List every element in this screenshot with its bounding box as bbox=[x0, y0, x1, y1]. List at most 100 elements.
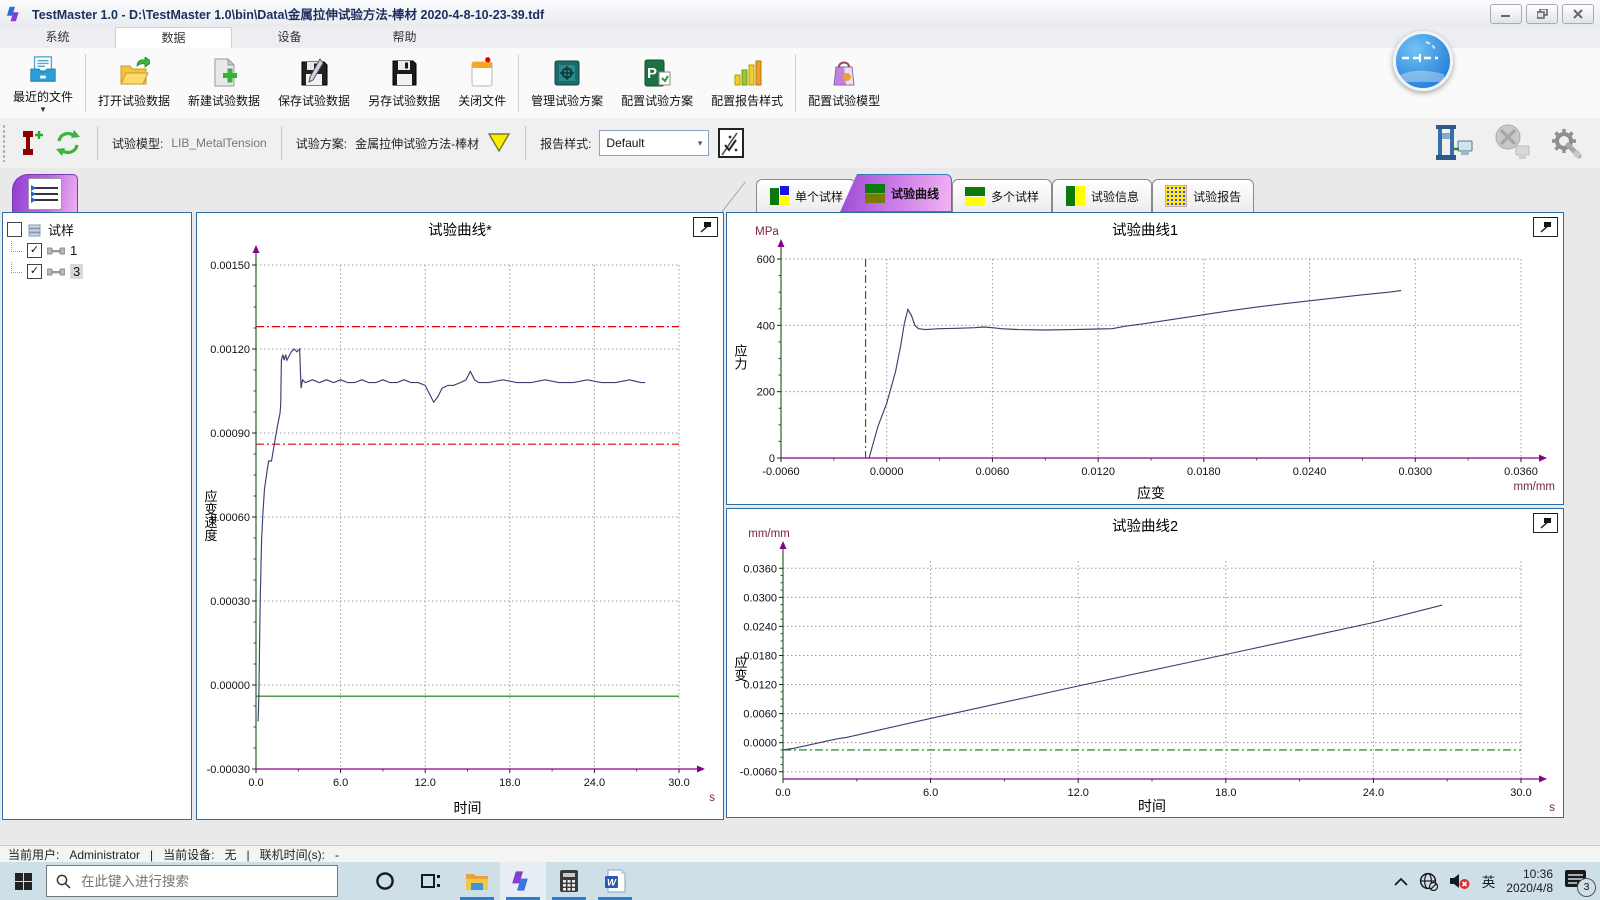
disconnect-disabled-icon[interactable] bbox=[1490, 124, 1534, 162]
item-1-checkbox[interactable]: ✓ bbox=[27, 243, 42, 258]
network-globe-icon[interactable] bbox=[1419, 872, 1438, 891]
new-test-data-button[interactable]: 新建试验数据 bbox=[179, 48, 269, 118]
search-input[interactable] bbox=[79, 873, 293, 890]
right-chart-column: -0.00600.00000.00600.01200.01800.02400.0… bbox=[726, 212, 1564, 818]
notification-badge: 3 bbox=[1577, 878, 1596, 897]
tray-chevron-icon[interactable] bbox=[1394, 877, 1408, 886]
cortana-button[interactable] bbox=[362, 862, 408, 900]
clock[interactable]: 10:36 2020/4/8 bbox=[1506, 867, 1553, 895]
settings-gear-icon[interactable] bbox=[1550, 127, 1582, 159]
word-document-button[interactable]: W bbox=[592, 862, 638, 900]
report-style-select[interactable]: Default▾ bbox=[599, 130, 709, 156]
floating-assistant-ball[interactable] bbox=[1393, 31, 1453, 91]
chart-flag-button[interactable] bbox=[693, 217, 718, 237]
svg-text:s: s bbox=[1549, 802, 1555, 814]
taskbar-search[interactable] bbox=[46, 865, 338, 897]
svg-text:0.0120: 0.0120 bbox=[743, 680, 777, 692]
tab-test-report[interactable]: 试验报告 bbox=[1152, 179, 1254, 212]
tray-time: 10:36 bbox=[1506, 867, 1553, 881]
item-3-checkbox[interactable]: ✓ bbox=[27, 264, 42, 279]
tray-date: 2020/4/8 bbox=[1506, 881, 1553, 895]
tree-item-1[interactable]: ✓ 1 bbox=[7, 240, 187, 261]
tab-multi-specimen[interactable]: 多个试样 bbox=[952, 179, 1052, 212]
config-model-button[interactable]: 配置试验模型 bbox=[799, 48, 889, 118]
filter-funnel-icon[interactable] bbox=[487, 132, 511, 154]
svg-text:0.0240: 0.0240 bbox=[743, 621, 777, 633]
manage-scheme-button[interactable]: 管理试验方案 bbox=[522, 48, 612, 118]
chart-flag-button[interactable] bbox=[1533, 513, 1558, 533]
svg-text:0.00030: 0.00030 bbox=[210, 596, 250, 608]
specimen-list-tab[interactable] bbox=[12, 174, 78, 212]
config-report-style-button[interactable]: 配置报告样式 bbox=[702, 48, 792, 118]
volume-muted-icon[interactable] bbox=[1449, 872, 1471, 890]
root-checkbox[interactable] bbox=[7, 222, 22, 237]
toolbar-separator bbox=[518, 54, 519, 112]
minimize-button[interactable] bbox=[1490, 4, 1522, 24]
svg-text:0.0060: 0.0060 bbox=[976, 466, 1010, 478]
svg-text:力: 力 bbox=[734, 357, 747, 372]
search-icon bbox=[56, 874, 71, 889]
input-language-indicator[interactable]: 英 bbox=[1482, 871, 1496, 891]
testmaster-app-button[interactable] bbox=[500, 862, 546, 900]
svg-text:时间: 时间 bbox=[1138, 798, 1166, 814]
toolbar-separator bbox=[97, 126, 98, 160]
svg-text:度: 度 bbox=[204, 528, 217, 543]
open-test-data-button[interactable]: 打开试验数据 bbox=[89, 48, 179, 118]
svg-text:6.0: 6.0 bbox=[333, 777, 348, 789]
svg-text:0: 0 bbox=[769, 453, 775, 465]
start-button[interactable] bbox=[0, 862, 46, 900]
chart-flag-button[interactable] bbox=[1533, 217, 1558, 237]
machine-connect-icon[interactable] bbox=[1434, 125, 1474, 161]
save-as-test-data-button[interactable]: 另存试验数据 bbox=[359, 48, 449, 118]
scheme-value: 金属拉伸试验方法-棒材 bbox=[355, 135, 479, 152]
svg-text:400: 400 bbox=[757, 320, 775, 332]
tab-single-specimen[interactable]: 单个试样 bbox=[756, 179, 856, 212]
windows-taskbar: W 英 10:36 2020/4/8 3 bbox=[0, 862, 1600, 900]
toolbar-grip[interactable] bbox=[2, 124, 7, 162]
notification-center-button[interactable]: 3 bbox=[1564, 869, 1590, 893]
report-style-label: 报告样式: bbox=[540, 135, 591, 152]
menu-data[interactable]: 数据 bbox=[115, 27, 232, 48]
menu-help[interactable]: 帮助 bbox=[347, 27, 462, 48]
menu-device[interactable]: 设备 bbox=[232, 27, 347, 48]
svg-text:12.0: 12.0 bbox=[1067, 787, 1088, 799]
open-folder-icon bbox=[118, 57, 150, 89]
tab-test-curve[interactable]: 试验曲线 bbox=[840, 174, 952, 212]
tab-test-info[interactable]: 试验信息 bbox=[1052, 179, 1152, 212]
add-specimen-icon[interactable] bbox=[19, 128, 45, 158]
stress-strain-chart: -0.00600.00000.00600.01200.01800.02400.0… bbox=[727, 213, 1563, 504]
svg-text:W: W bbox=[607, 878, 617, 889]
restore-button[interactable] bbox=[1526, 4, 1558, 24]
svg-text:试验曲线2: 试验曲线2 bbox=[1112, 518, 1178, 535]
report-check-icon[interactable] bbox=[717, 127, 745, 159]
refresh-icon[interactable] bbox=[53, 128, 83, 158]
current-user-label: 当前用户: bbox=[8, 846, 59, 863]
recent-files-dropdown-arrow[interactable]: ▼ bbox=[39, 108, 47, 112]
task-view-button[interactable] bbox=[408, 862, 454, 900]
tree-item-3[interactable]: ✓ 3 bbox=[7, 261, 187, 282]
recent-files-button[interactable]: 最近的文件 ▼ bbox=[4, 48, 82, 118]
test-report-tab-icon bbox=[1165, 185, 1187, 207]
strain-rate-time-chart: 0.06.012.018.024.030.00.001500.001200.00… bbox=[197, 213, 723, 819]
scheme-label: 试验方案: bbox=[296, 135, 347, 152]
config-model-icon bbox=[828, 57, 860, 89]
close-button[interactable] bbox=[1562, 4, 1594, 24]
svg-text:6.0: 6.0 bbox=[923, 787, 938, 799]
toolbar-separator bbox=[795, 54, 796, 112]
test-info-tab-icon bbox=[1065, 186, 1085, 206]
file-explorer-button[interactable] bbox=[454, 862, 500, 900]
save-test-data-button[interactable]: 保存试验数据 bbox=[269, 48, 359, 118]
calculator-button[interactable] bbox=[546, 862, 592, 900]
close-file-button[interactable]: 关闭文件 bbox=[449, 48, 515, 118]
status-bar: 当前用户: Administrator | 当前设备: 无 | 联机时间(s):… bbox=[0, 845, 1600, 863]
strain-rate-chart-panel: 0.06.012.018.024.030.00.001500.001200.00… bbox=[196, 212, 724, 820]
system-tray: 英 10:36 2020/4/8 3 bbox=[1394, 867, 1600, 895]
svg-text:0.00000: 0.00000 bbox=[210, 680, 250, 692]
secondary-toolbar: 试验模型: LIB_MetalTension 试验方案: 金属拉伸试验方法-棒材… bbox=[0, 118, 1600, 169]
tree-root-row[interactable]: 试样 bbox=[7, 219, 187, 240]
config-scheme-button[interactable]: P 配置试验方案 bbox=[612, 48, 702, 118]
menu-bar: 系统 数据 设备 帮助 bbox=[0, 27, 1600, 48]
status-separator: | bbox=[247, 848, 250, 862]
menu-system[interactable]: 系统 bbox=[0, 27, 115, 48]
svg-text:18.0: 18.0 bbox=[1215, 787, 1236, 799]
